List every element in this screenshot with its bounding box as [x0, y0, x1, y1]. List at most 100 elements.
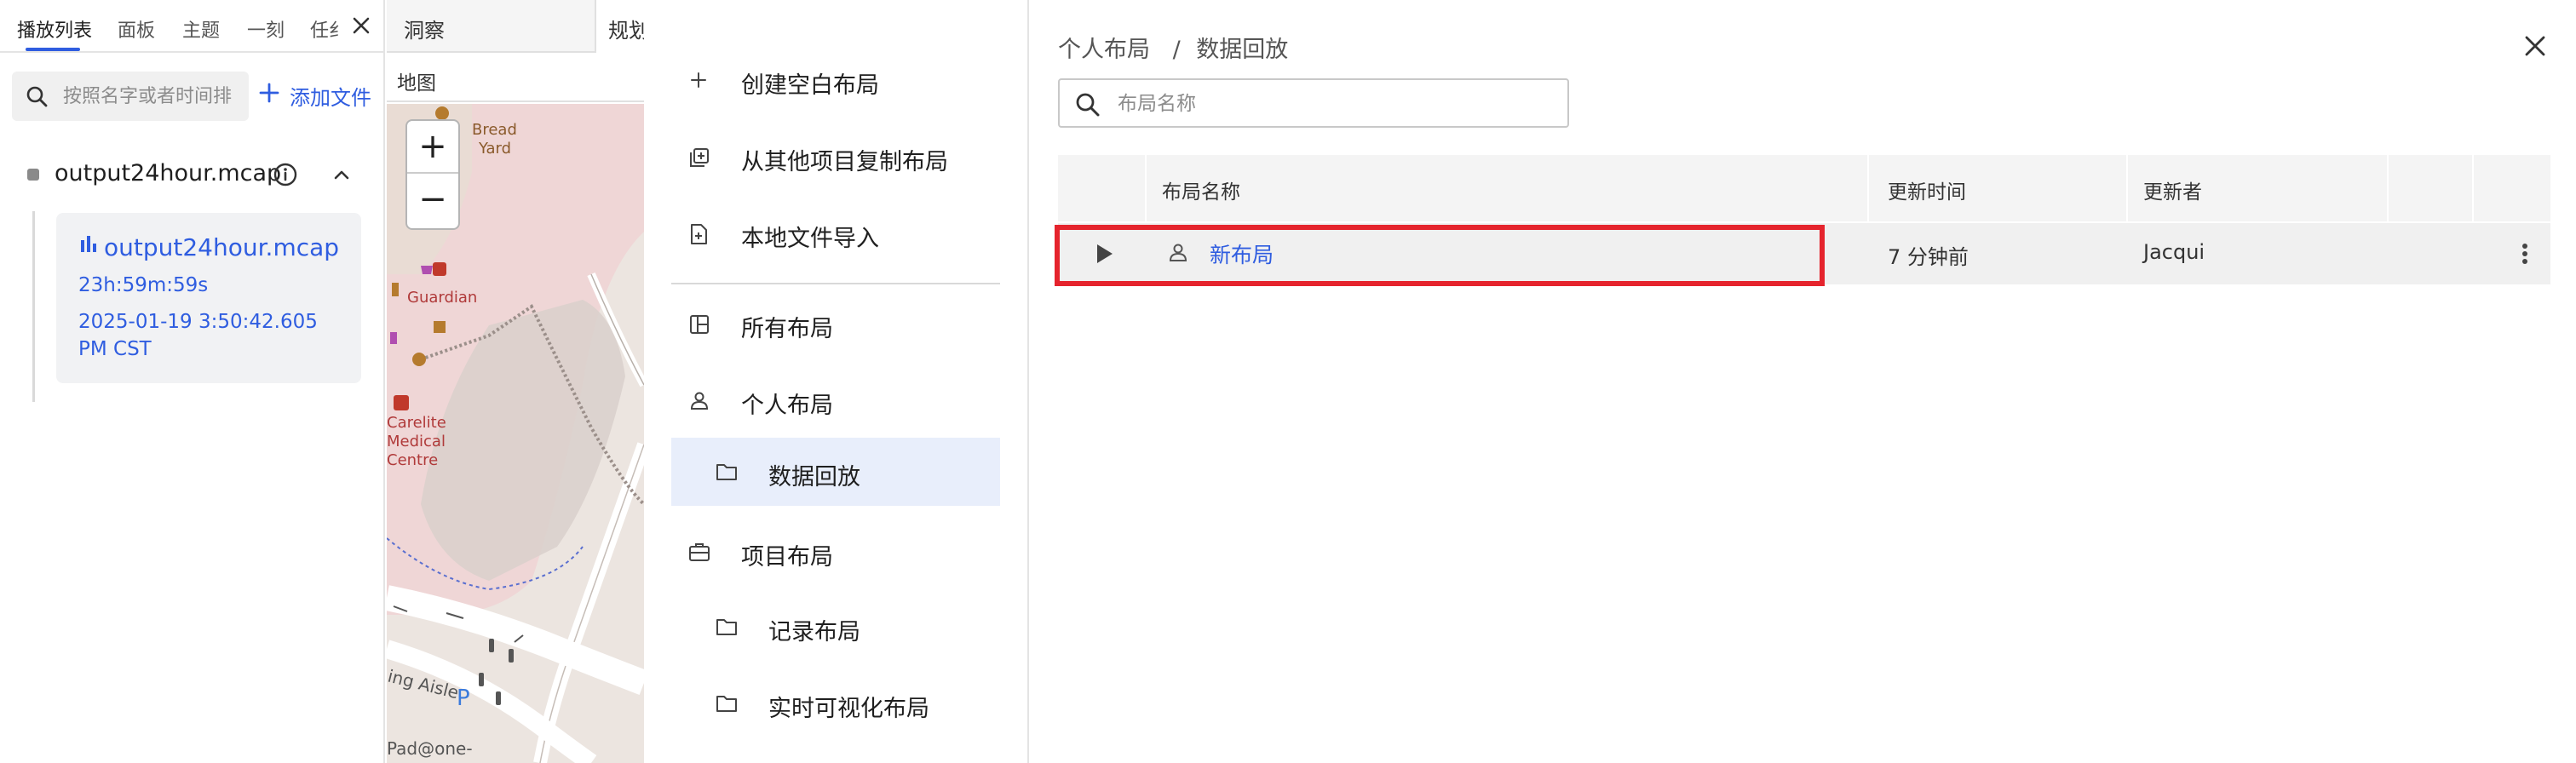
file-card-title: output24hour.mcap	[78, 233, 339, 261]
map-label: Bread	[472, 121, 517, 139]
column-header-updated[interactable]: 更新时间	[1888, 175, 1966, 204]
info-icon[interactable]	[273, 162, 298, 191]
tab-playlist[interactable]: 播放列表	[17, 15, 92, 43]
tab-topics[interactable]: 主题	[182, 15, 220, 43]
left-tab-bar: 播放列表 面板 主题 一刻 任纟	[0, 0, 385, 53]
zoom-out-button[interactable]: −	[407, 175, 458, 228]
add-file-label: 添加文件	[290, 85, 371, 110]
layout-list-panel: 个人布局 / 数据回放 布局名称 更新时间 更新者 新布局 7 分钟前 Jacq…	[1031, 0, 2576, 763]
breadcrumb: 个人布局 / 数据回放	[1058, 31, 1295, 64]
breadcrumb-separator: /	[1172, 37, 1181, 63]
menu-item-label: 实时可视化布局	[768, 696, 929, 722]
menu-divider	[671, 283, 1000, 284]
map-label: Carelite	[387, 414, 446, 432]
tab-tasks[interactable]: 任纟	[310, 15, 341, 43]
file-card-name: output24hour.mcap	[104, 233, 340, 261]
tree-connector	[32, 211, 35, 402]
playlist-panel: 播放列表 面板 主题 一刻 任纟 添加文件 output24hour.mcap	[0, 0, 385, 763]
menu-item-label: 记录布局	[768, 619, 860, 645]
map-label: Medical	[387, 433, 446, 450]
menu-project-layouts[interactable]: 项目布局	[671, 518, 1000, 586]
file-duration: 23h:59m:59s	[78, 274, 209, 296]
table-header: 布局名称 更新时间 更新者	[1058, 155, 2550, 221]
more-vertical-icon[interactable]	[2520, 238, 2530, 272]
layout-menu: 创建空白布局 从其他项目复制布局 本地文件导入 所有布局 个人布局 数据回放 项…	[644, 0, 1029, 763]
zoom-control: + −	[405, 119, 460, 230]
menu-create-blank-layout[interactable]: 创建空白布局	[671, 46, 1000, 114]
playlist-search-input[interactable]	[63, 82, 245, 111]
layout-tab-bar: 洞察 规划	[387, 0, 644, 53]
menu-item-label: 项目布局	[741, 544, 833, 571]
map-label: Pad@one-	[387, 738, 473, 759]
file-import-icon	[688, 223, 709, 249]
table-row[interactable]: 新布局 7 分钟前 Jacqui	[1058, 223, 2550, 284]
map-view[interactable]: Bread Yard Guardian Carelite Medical Cen…	[387, 104, 644, 763]
file-group-header[interactable]: output24hour.mcap	[26, 158, 366, 192]
file-status-dot	[27, 169, 39, 181]
close-icon[interactable]	[348, 12, 375, 39]
map-label: Guardian	[407, 289, 477, 307]
file-card[interactable]: output24hour.mcap 23h:59m:59s 2025-01-19…	[56, 213, 361, 383]
file-date: 2025-01-19 3:50:42.605 PM CST	[78, 311, 318, 360]
tab-insight[interactable]: 洞察	[404, 14, 445, 43]
column-divider	[2126, 155, 2128, 221]
tab-planning-label: 规划	[608, 19, 644, 43]
menu-item-label: 所有布局	[741, 316, 833, 342]
menu-personal-layouts[interactable]: 个人布局	[671, 366, 1000, 434]
play-icon[interactable]	[1094, 242, 1116, 269]
map-label: Yard	[478, 140, 511, 158]
tab-moments[interactable]: 一刻	[247, 15, 285, 43]
add-file-button[interactable]: 添加文件	[257, 77, 371, 114]
menu-record-layouts[interactable]: 记录布局	[671, 593, 1000, 661]
menu-item-label: 个人布局	[741, 393, 833, 419]
tab-planning[interactable]: 规划	[595, 0, 644, 53]
column-divider	[1145, 155, 1147, 221]
map-label: Centre	[387, 451, 438, 469]
menu-data-playback[interactable]: 数据回放	[671, 438, 1000, 506]
layout-search	[1058, 78, 1569, 128]
map-label: P	[457, 686, 470, 711]
menu-item-label: 数据回放	[768, 464, 860, 490]
search-icon	[26, 85, 48, 111]
column-header-updater[interactable]: 更新者	[2143, 175, 2202, 204]
menu-item-label: 从其他项目复制布局	[741, 149, 948, 175]
zoom-in-button[interactable]: +	[407, 121, 458, 174]
layout-updater: Jacqui	[2143, 240, 2205, 264]
layout-updated-time: 7 分钟前	[1888, 245, 1969, 269]
folder-icon	[716, 462, 738, 485]
bar-chart-icon	[78, 233, 101, 261]
search-icon	[1075, 92, 1101, 121]
close-icon[interactable]	[2518, 29, 2552, 63]
person-icon	[688, 390, 710, 416]
plus-icon	[688, 70, 709, 94]
menu-item-label: 本地文件导入	[741, 226, 879, 252]
column-divider	[2387, 155, 2389, 221]
column-divider	[1867, 155, 1869, 221]
column-header-name[interactable]: 布局名称	[1162, 175, 1240, 204]
menu-copy-from-project[interactable]: 从其他项目复制布局	[671, 123, 1000, 191]
column-divider	[2472, 155, 2474, 221]
breadcrumb-current: 数据回放	[1196, 37, 1289, 63]
map-panel-title: 地图	[397, 72, 436, 95]
layout-search-input[interactable]	[1118, 90, 1552, 118]
playlist-search	[12, 72, 249, 121]
plus-icon	[257, 81, 281, 110]
breadcrumb-item[interactable]: 个人布局	[1058, 37, 1150, 63]
active-tab-indicator	[26, 48, 80, 51]
map-panel: 洞察 规划 地图 Bread Yard Guardian Carelite Me…	[387, 0, 644, 763]
copy-icon	[688, 146, 710, 172]
menu-realtime-visual-layouts[interactable]: 实时可视化布局	[671, 669, 1000, 737]
menu-all-layouts[interactable]: 所有布局	[671, 290, 1000, 358]
menu-import-local-file[interactable]: 本地文件导入	[671, 199, 1000, 267]
layout-grid-icon	[688, 313, 710, 339]
chevron-up-icon[interactable]	[329, 162, 354, 191]
folder-icon	[716, 693, 738, 717]
menu-item-label: 创建空白布局	[741, 72, 879, 99]
briefcase-icon	[688, 542, 710, 565]
layout-name-link[interactable]: 新布局	[1210, 238, 1274, 269]
folder-icon	[716, 617, 738, 640]
map-panel-toolbar: 地图	[387, 54, 644, 102]
file-group-name: output24hour.mcap	[55, 160, 282, 186]
person-icon	[1167, 242, 1189, 267]
tab-panels[interactable]: 面板	[118, 15, 155, 43]
